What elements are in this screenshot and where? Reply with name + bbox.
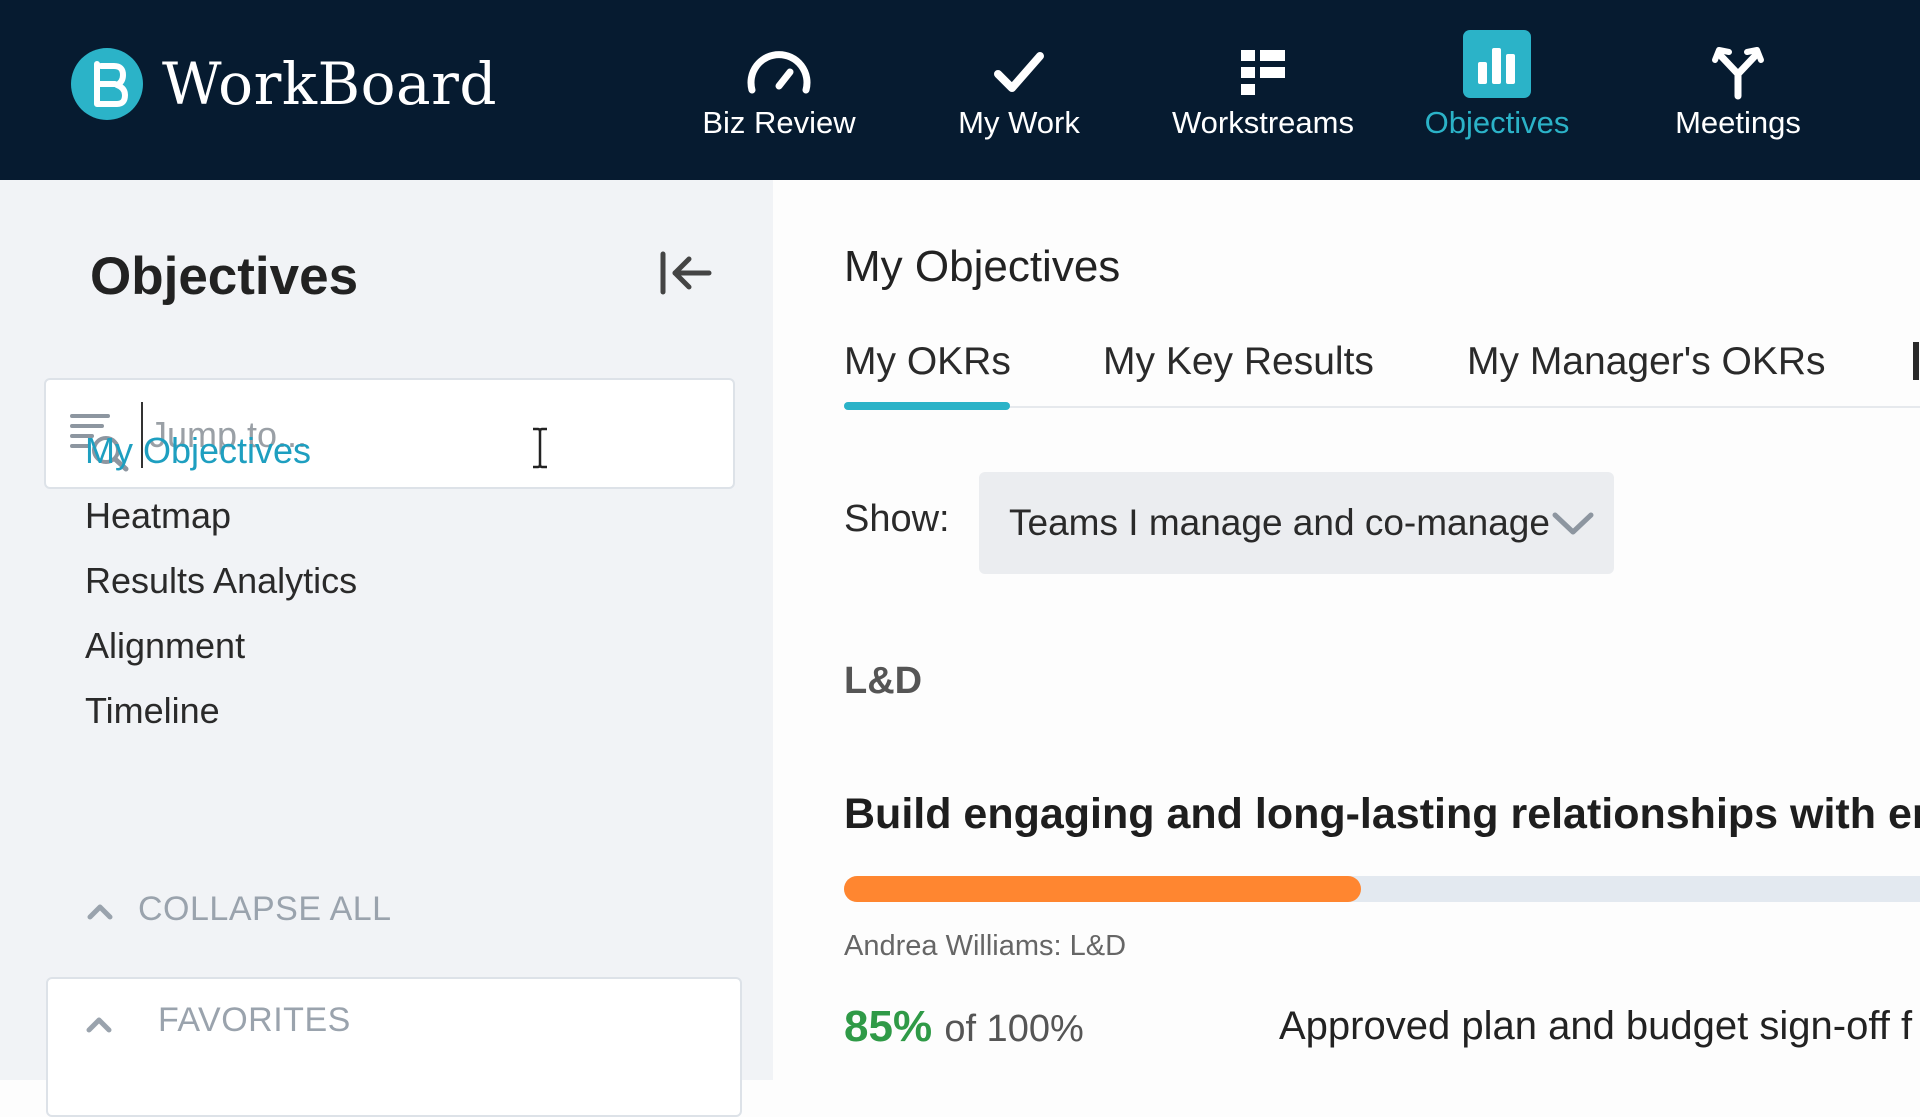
sidebar-item-alignment[interactable]: Alignment [85, 625, 245, 667]
sidebar-title: Objectives [90, 247, 359, 306]
objective-owner[interactable]: Andrea Williams: L&D [844, 930, 1126, 963]
top-navigation-bar: WorkBoard Biz Review My Work Workstreams… [0, 0, 1920, 180]
sidebar-item-timeline[interactable]: Timeline [85, 690, 220, 732]
sidebar-item-heatmap[interactable]: Heatmap [85, 495, 231, 537]
tab-my-managers-okrs[interactable]: My Manager's OKRs [1467, 340, 1826, 384]
nav-item-biz-review[interactable]: Biz Review [674, 28, 884, 158]
sidebar-item-my-objectives[interactable]: My Objectives [85, 430, 311, 472]
objective-title[interactable]: Build engaging and long-lasting relation… [844, 790, 1920, 839]
page-title: My Objectives [844, 242, 1121, 291]
nav-label: Biz Review [702, 105, 856, 140]
workboard-logo-icon[interactable] [71, 48, 143, 120]
show-filter-value: Teams I manage and co-manage [1009, 502, 1550, 543]
sidebar-item-results-analytics[interactable]: Results Analytics [85, 560, 357, 602]
percent-value: 85% [844, 1002, 933, 1051]
bar-chart-icon [1463, 30, 1531, 98]
gauge-icon [744, 38, 814, 108]
objective-progress-bar [844, 876, 1920, 902]
nav-item-workstreams[interactable]: Workstreams [1158, 28, 1368, 158]
checkmark-icon [984, 38, 1054, 108]
chevron-up-icon [86, 1017, 112, 1033]
app-name: WorkBoard [162, 50, 497, 118]
collapse-all-label: COLLAPSE ALL [138, 890, 392, 928]
favorites-label: FAVORITES [158, 1001, 351, 1039]
objective-progress-fill [844, 876, 1361, 902]
nav-label: Workstreams [1171, 105, 1354, 140]
collapse-left-icon [660, 251, 712, 295]
tab-bar: My OKRs My Key Results My Manager's OKRs [844, 340, 1920, 408]
nav-item-my-work[interactable]: My Work [914, 28, 1124, 158]
key-result-text[interactable]: Approved plan and budget sign-off f [1279, 1004, 1912, 1049]
merge-arrows-icon [1703, 38, 1773, 108]
tab-my-okrs[interactable]: My OKRs [844, 340, 1011, 384]
objective-percent: 85% of 100% [844, 1002, 1084, 1052]
main-content: My Objectives My OKRs My Key Results My … [773, 180, 1920, 1080]
nav-label: My Work [958, 105, 1080, 140]
chevron-down-icon [1552, 512, 1594, 535]
favorites-section[interactable]: FAVORITES [46, 977, 742, 1117]
nav-label: Meetings [1675, 105, 1801, 140]
nav-item-meetings[interactable]: Meetings [1633, 28, 1843, 158]
nav-item-objectives[interactable]: Objectives [1392, 28, 1602, 158]
sidebar: Objectives My Objectives Heatmap Results… [0, 180, 773, 1117]
active-tab-indicator [844, 402, 1010, 410]
show-filter-dropdown[interactable]: Teams I manage and co-manage [979, 472, 1614, 574]
nav-label: Objectives [1424, 105, 1570, 140]
tab-my-key-results[interactable]: My Key Results [1103, 340, 1374, 384]
chevron-up-icon [87, 904, 113, 920]
tab-overflow-truncated[interactable] [1913, 342, 1919, 380]
team-section-heading: L&D [844, 660, 923, 702]
grid-list-icon [1228, 38, 1298, 108]
show-filter-label: Show: [844, 498, 950, 540]
text-cursor-icon [530, 426, 550, 470]
collapse-sidebar-button[interactable] [655, 248, 715, 298]
percent-target: of 100% [944, 1008, 1084, 1050]
